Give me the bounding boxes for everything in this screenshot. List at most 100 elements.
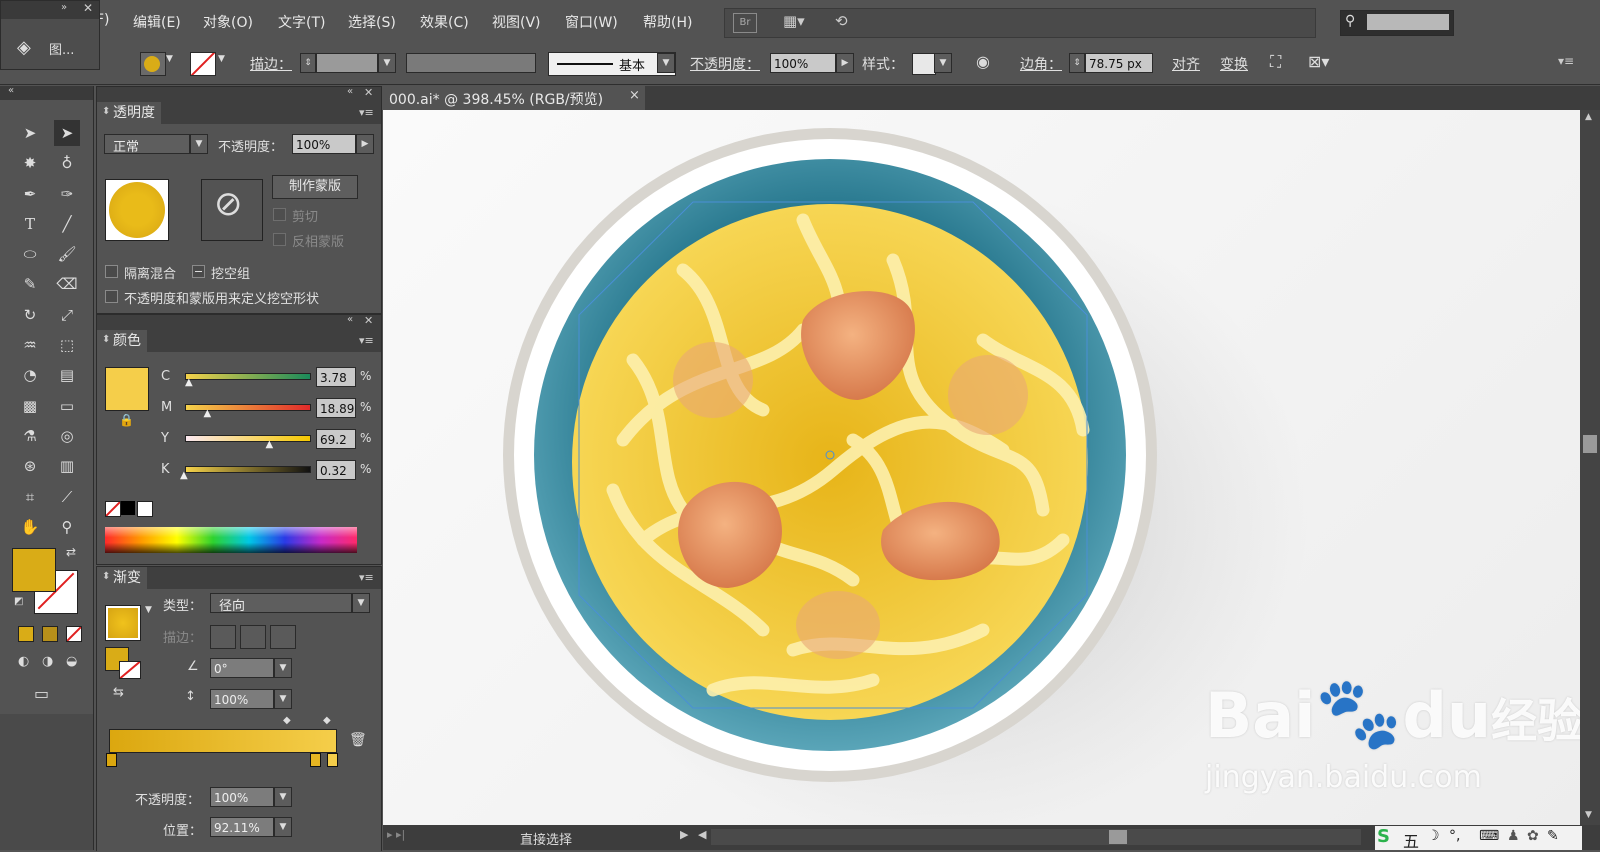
- close-icon[interactable]: ✕: [364, 86, 373, 99]
- lasso-tool-icon[interactable]: ♁: [54, 150, 80, 176]
- control-bar-menu-icon[interactable]: ▾≡: [1558, 54, 1574, 68]
- free-transform-tool-icon[interactable]: ⬚: [54, 332, 80, 358]
- knockout-group-checkbox[interactable]: [192, 265, 205, 278]
- curvature-tool-icon[interactable]: ✑: [54, 181, 80, 207]
- stroke-weight-input[interactable]: [316, 53, 378, 73]
- channel-slider-y[interactable]: [185, 435, 311, 442]
- menu-help[interactable]: 帮助(H): [643, 12, 692, 32]
- channel-slider-c[interactable]: [185, 373, 311, 380]
- document-tab[interactable]: 000.ai* @ 398.45% (RGB/预览) ×: [383, 86, 645, 110]
- horizontal-scrollbar[interactable]: [711, 829, 1361, 845]
- search-box[interactable]: ⚲: [1340, 10, 1454, 36]
- panel-menu-icon[interactable]: ▾≡: [359, 571, 374, 584]
- stop-position-input[interactable]: 92.11%: [210, 817, 274, 837]
- none-swatch[interactable]: [105, 501, 121, 517]
- angle-dropdown[interactable]: ▼: [274, 658, 292, 678]
- invert-mask-checkbox[interactable]: [273, 233, 286, 246]
- recolor-artwork-icon[interactable]: ◉: [976, 52, 990, 71]
- transform-link[interactable]: 变换: [1220, 54, 1248, 74]
- color-spectrum[interactable]: [105, 527, 357, 553]
- variable-width-profile[interactable]: [406, 53, 536, 73]
- scroll-up-icon[interactable]: ▲: [1585, 112, 1592, 122]
- corner-stepper[interactable]: ⇕: [1069, 53, 1085, 73]
- scale-tool-icon[interactable]: ⤢: [54, 302, 80, 328]
- style-dropdown[interactable]: ▼: [934, 53, 952, 73]
- stroke-along-button[interactable]: [240, 625, 266, 649]
- stroke-within-button[interactable]: [210, 625, 236, 649]
- channel-value-y[interactable]: 69.2: [316, 429, 356, 449]
- channel-value-m[interactable]: 18.89: [316, 398, 356, 418]
- panel-menu-icon[interactable]: ▾≡: [359, 106, 374, 119]
- arrange-documents-icon[interactable]: ▦▾: [783, 12, 805, 30]
- white-swatch[interactable]: [137, 501, 153, 517]
- color-mode-button[interactable]: [18, 626, 34, 642]
- artboard-canvas[interactable]: Bai🐾du经验 jingyan.baidu.com: [383, 110, 1580, 825]
- channel-slider-k[interactable]: [185, 466, 311, 473]
- hand-tool-icon[interactable]: ✋: [17, 514, 43, 540]
- opacity-arrow[interactable]: ▶: [836, 53, 854, 73]
- ime-mode[interactable]: 五: [1403, 828, 1419, 852]
- gradient-mode-button[interactable]: [42, 626, 58, 642]
- stroke-across-button[interactable]: [270, 625, 296, 649]
- stroke-weight-stepper[interactable]: ⇕: [300, 53, 316, 73]
- blend-tool-icon[interactable]: ◎: [54, 423, 80, 449]
- collapse-arrows-icon[interactable]: »: [61, 2, 67, 13]
- type-tool-icon[interactable]: T: [17, 211, 43, 237]
- user-icon[interactable]: ♟: [1507, 828, 1520, 844]
- warp-tool-icon[interactable]: ♒: [17, 332, 43, 358]
- document-tab-close[interactable]: ×: [629, 88, 640, 103]
- brush-dropdown[interactable]: ▼: [657, 53, 675, 73]
- opacity-arrow[interactable]: ▶: [356, 134, 374, 154]
- out-of-gamut-icon[interactable]: 🔒: [119, 413, 134, 427]
- menu-view[interactable]: 视图(V): [492, 12, 541, 32]
- channel-slider-thumb[interactable]: ▲: [180, 470, 188, 481]
- menu-effect[interactable]: 效果(C): [420, 12, 469, 32]
- gradient-tool-icon[interactable]: ▭: [54, 393, 80, 419]
- angle-input[interactable]: 0°: [210, 658, 274, 678]
- selection-tool-icon[interactable]: ➤: [17, 120, 43, 146]
- blend-mode-select[interactable]: 正常: [104, 134, 190, 155]
- skin-icon[interactable]: ✿: [1527, 828, 1539, 844]
- menu-edit[interactable]: 编辑(E): [133, 12, 181, 32]
- stroke-weight-dropdown[interactable]: ▼: [378, 53, 396, 73]
- direct-selection-tool-icon[interactable]: ➤: [54, 120, 80, 146]
- collapse-arrows-icon[interactable]: «: [347, 86, 353, 97]
- perspective-grid-tool-icon[interactable]: ▤: [54, 362, 80, 388]
- opacity-input[interactable]: 100%: [292, 134, 356, 154]
- current-fill-swatch[interactable]: [105, 367, 149, 411]
- vertical-scrollbar[interactable]: ▲ ▼: [1580, 110, 1600, 825]
- midpoint-diamond[interactable]: ◆: [283, 715, 291, 726]
- opacity-input[interactable]: 100%: [770, 53, 836, 73]
- reverse-gradient-icon[interactable]: ⇆: [113, 685, 124, 700]
- rotate-tool-icon[interactable]: ↻: [17, 302, 43, 328]
- object-thumbnail[interactable]: [105, 179, 169, 241]
- opacity-mask-knockout-checkbox[interactable]: [105, 290, 118, 303]
- pencil-tool-icon[interactable]: ✎: [17, 271, 43, 297]
- menu-select[interactable]: 选择(S): [348, 12, 396, 32]
- swap-fill-stroke-icon[interactable]: ⇄: [66, 545, 76, 559]
- gradient-stop[interactable]: [106, 753, 117, 767]
- eraser-tool-icon[interactable]: ⌫: [54, 271, 80, 297]
- mesh-tool-icon[interactable]: ▩: [17, 393, 43, 419]
- sogou-logo-icon[interactable]: S: [1377, 826, 1390, 847]
- tools-wrench-icon[interactable]: ✎: [1547, 828, 1559, 844]
- close-icon[interactable]: ✕: [83, 1, 93, 15]
- fill-box[interactable]: [12, 548, 56, 592]
- channel-slider-thumb[interactable]: ▲: [266, 439, 274, 450]
- symbol-sprayer-tool-icon[interactable]: ⊛: [17, 453, 43, 479]
- isolate-blend-checkbox[interactable]: [105, 265, 118, 278]
- scroll-down-icon[interactable]: ▼: [1585, 810, 1592, 820]
- column-graph-tool-icon[interactable]: ▥: [54, 453, 80, 479]
- search-input[interactable]: [1367, 14, 1449, 30]
- fill-dropdown-icon[interactable]: ▼: [166, 54, 173, 64]
- vertical-scroll-thumb[interactable]: [1583, 435, 1597, 453]
- status-menu-arrow[interactable]: ▶: [680, 828, 688, 841]
- select-similar-icon[interactable]: ⊠▾: [1308, 52, 1329, 71]
- ellipse-tool-icon[interactable]: ⬭: [17, 241, 43, 267]
- gradient-stroke-box[interactable]: [119, 661, 141, 679]
- zoom-tool-icon[interactable]: ⚲: [54, 514, 80, 540]
- none-mode-button[interactable]: [66, 626, 82, 642]
- layers-icon[interactable]: ◈: [17, 37, 31, 58]
- half-width-icon[interactable]: ☽: [1427, 828, 1440, 844]
- eyedropper-tool-icon[interactable]: ⚗: [17, 423, 43, 449]
